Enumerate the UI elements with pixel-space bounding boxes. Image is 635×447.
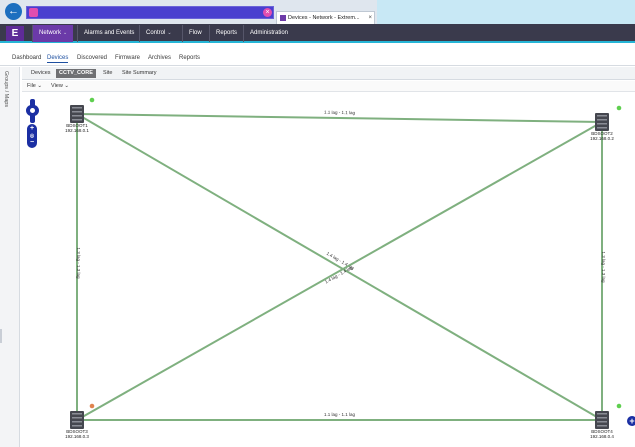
link-line[interactable] [76,113,603,421]
device-subtabs: Devices CCTV_CORE Site Site Summary [22,67,635,80]
switch-port-row [597,421,607,423]
tab-site-summary[interactable]: Site Summary [119,69,160,78]
file-label: File [27,83,36,89]
tab-close-icon[interactable]: × [368,12,372,24]
switch-port-row [72,417,82,419]
switch-port-row [72,111,82,113]
switch-port-row [597,413,607,415]
tab-site[interactable]: Site [100,69,115,78]
zoom-control[interactable]: + ◎ − [27,124,37,148]
link-label: 1.1 lag - 1.1 lag [324,412,356,417]
switch-port-row [72,107,82,109]
device-node[interactable]: BDSOOT3192.168.0.3 [65,403,95,439]
view-label: View [51,83,63,89]
status-indicator-icon [89,403,95,409]
menu-label: Network [39,30,62,36]
device-node[interactable]: BDSOOT2192.168.0.2 [590,105,622,141]
switch-port-row [72,413,82,415]
switch-port-row [72,421,82,423]
tab-devices[interactable]: Devices [28,69,54,78]
subnav-dashboard[interactable]: Dashboard [12,55,41,61]
browser-chrome: ← × Devices - Network - Extrem... × [0,0,635,24]
status-indicator-icon [616,105,622,111]
switch-port-row [597,119,607,121]
expand-panel-icon[interactable]: + [627,416,635,426]
zoom-out-icon[interactable]: − [27,139,37,147]
switch-port-row [72,119,82,121]
favicon-icon [280,15,286,21]
device-ip: 192.168.0.3 [65,434,89,439]
back-arrow-icon[interactable]: ← [5,3,22,20]
app-header: E Network ⌄ Alarms and Events Control ⌄ Fl… [0,24,635,43]
status-indicator-icon [616,403,622,409]
rail-label: Groups / Maps [3,71,9,108]
pan-control[interactable] [26,99,39,123]
switch-port-row [72,425,82,427]
tab-cctv-core[interactable]: CCTV_CORE [56,69,96,78]
menu-label: Administration [250,30,289,36]
pan-center-icon[interactable] [30,108,35,113]
device-ip: 192.168.0.2 [590,136,614,141]
link-label: 1.1 lag - 1.1 lag [324,110,356,115]
menu-label: Flow [189,30,202,36]
sub-navigation: Dashboard Devices Discovered Firmware Ar… [0,52,635,66]
menu-reports[interactable]: Reports [209,25,243,42]
link-label: 1.3 lag - 1.3 lag [601,251,606,283]
groups-maps-rail[interactable]: Groups / Maps [0,67,20,447]
chevron-down-icon: ⌄ [63,30,68,36]
topology-map[interactable]: 1.1 lag - 1.1 lag 1.3 lag - 1.3 lag 1.3 la… [22,92,635,447]
view-menu[interactable]: View ⌄ [51,83,69,89]
device-node[interactable]: BDSOOT4192.168.0.4 [590,403,622,439]
device-ip: 192.168.0.1 [65,128,89,133]
subnav-devices[interactable]: Devices [47,55,69,63]
file-menu[interactable]: File ⌄ [27,83,42,89]
topology-canvas[interactable]: 1.1 lag - 1.1 lag 1.3 lag - 1.3 lag 1.3 la… [22,92,635,447]
site-info-icon[interactable] [29,8,38,17]
switch-port-row [597,417,607,419]
switch-port-row [72,115,82,117]
menu-label: Control [146,30,166,36]
switch-port-row [597,115,607,117]
app-window: ← × Devices - Network - Extrem... × E Ne… [0,0,635,447]
status-indicator-icon [89,97,95,103]
menu-alarms-and-events[interactable]: Alarms and Events [77,25,140,42]
brand-logo[interactable]: E [6,26,24,41]
device-ip: 192.168.0.4 [590,434,614,439]
menu-control[interactable]: Control ⌄ [139,25,178,42]
tab-title: Devices - Network - Extrem... [288,15,360,21]
chevron-down-icon: ⌄ [37,83,43,89]
browser-tab[interactable]: Devices - Network - Extrem... × [276,11,375,24]
subnav-firmware[interactable]: Firmware [115,55,140,61]
clear-address-icon[interactable]: × [263,8,272,17]
switch-port-row [597,123,607,125]
switch-port-row [597,425,607,427]
menu-administration[interactable]: Administration [243,25,294,42]
link-label: 1.3 lag - 1.3 lag [76,247,81,279]
chevron-down-icon: ⌄ [64,83,69,89]
menu-flow[interactable]: Flow [182,25,208,42]
menu-network[interactable]: Network ⌄ [32,25,74,42]
device-node[interactable]: BDSOOT1192.168.0.1 [65,97,95,133]
subnav-discovered[interactable]: Discovered [77,55,107,61]
map-toolbar: File ⌄ View ⌄ [22,81,635,92]
address-bar[interactable]: × [26,6,274,19]
subnav-reports[interactable]: Reports [179,55,200,61]
menu-label: Reports [216,30,238,36]
tab-strip-empty [377,0,635,24]
menu-label: Alarms and Events [84,30,135,36]
chevron-down-icon: ⌄ [167,30,172,36]
rail-splitter[interactable] [0,329,2,343]
link-line[interactable] [76,113,603,123]
switch-port-row [597,127,607,129]
subnav-archives[interactable]: Archives [148,55,171,61]
